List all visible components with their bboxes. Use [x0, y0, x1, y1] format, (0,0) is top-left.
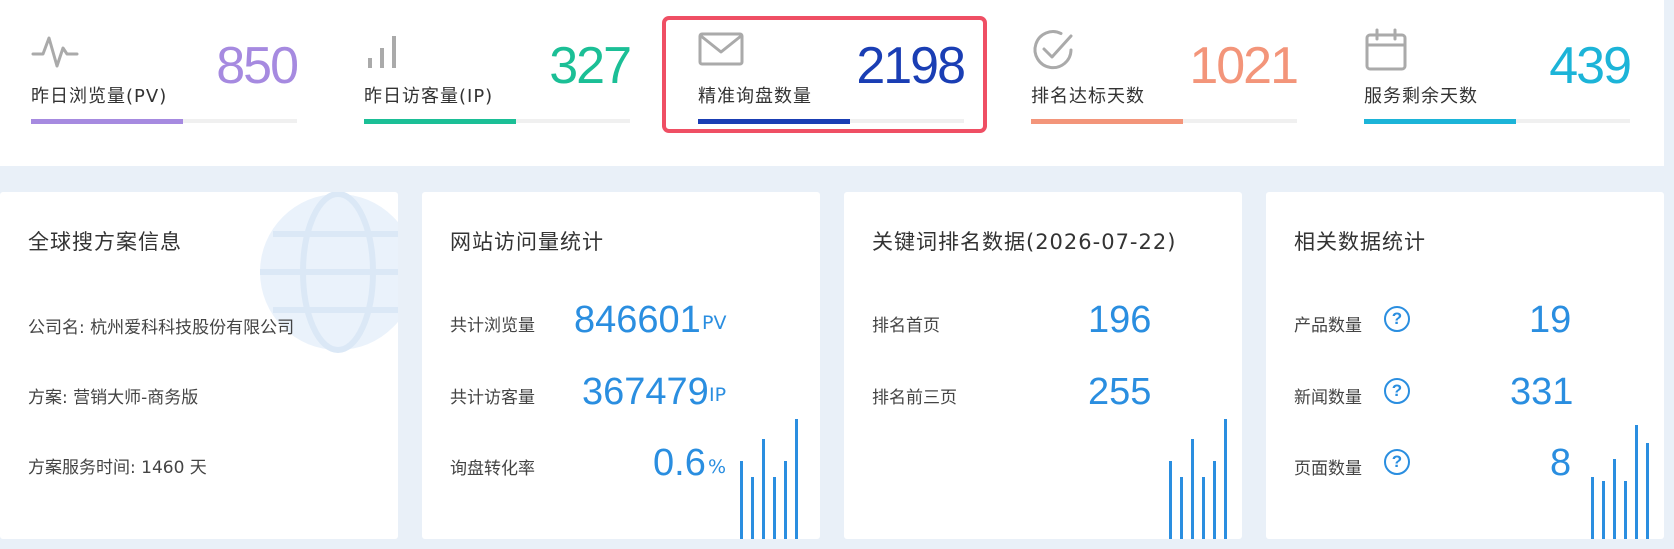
total-views-unit: PV — [702, 312, 727, 334]
stat-label: 服务剩余天数 — [1364, 86, 1478, 107]
stat-ip[interactable]: 327 昨日访客量(IP) — [364, 0, 632, 166]
stat-pv[interactable]: 850 昨日浏览量(PV) — [31, 0, 299, 166]
progress-track — [1031, 119, 1297, 124]
progress-fill — [1031, 119, 1183, 124]
progress-track — [1364, 119, 1630, 124]
bar-signal-icon — [368, 36, 396, 68]
highlight-box — [662, 16, 987, 133]
calendar-icon — [1365, 28, 1407, 71]
check-circle-icon — [1033, 30, 1073, 70]
conversion-value: 0.6 — [653, 442, 706, 484]
plan-info-card: 全球搜方案信息 公司名: 杭州爱科科技股份有限公司 方案: 营销大师-商务版 方… — [0, 192, 398, 539]
stat-value: 1021 — [1189, 37, 1299, 95]
page-count-label: 页面数量 — [1294, 459, 1362, 479]
card-title: 网站访问量统计 — [450, 230, 604, 254]
stat-label: 昨日浏览量(PV) — [31, 86, 168, 107]
product-count-value: 19 — [1529, 299, 1572, 341]
stat-value: 327 — [549, 37, 632, 95]
plan-name: 方案: 营销大师-商务版 — [28, 388, 199, 408]
card-title: 关键词排名数据(2026-07-22) — [872, 230, 1177, 254]
activity-pulse-icon — [31, 36, 79, 68]
stat-label: 排名达标天数 — [1031, 86, 1145, 107]
progress-fill — [364, 119, 516, 124]
bar-chart-icon — [740, 419, 798, 539]
news-count-value: 331 — [1510, 371, 1574, 413]
card-title: 相关数据统计 — [1294, 230, 1426, 254]
bar-chart-icon — [1169, 419, 1227, 539]
related-stats-card: 相关数据统计 产品数量 ? 19 新闻数量 ? 331 页面数量 ? 8 — [1266, 192, 1664, 539]
news-count-label: 新闻数量 — [1294, 388, 1362, 408]
progress-track — [364, 119, 630, 124]
help-icon[interactable]: ? — [1384, 378, 1410, 404]
stat-value: 439 — [1549, 37, 1632, 95]
page-count-value: 8 — [1550, 442, 1572, 484]
company-name: 公司名: 杭州爱科科技股份有限公司 — [28, 318, 295, 338]
stat-value: 850 — [216, 37, 299, 95]
stat-ranking-days[interactable]: 1021 排名达标天数 — [1031, 0, 1299, 166]
progress-fill — [1364, 119, 1516, 124]
service-time: 方案服务时间: 1460 天 — [28, 458, 207, 478]
product-count-label: 产品数量 — [1294, 316, 1362, 336]
rank-first-page-label: 排名首页 — [872, 316, 940, 336]
conversion-label: 询盘转化率 — [450, 459, 535, 479]
stat-remaining-days[interactable]: 439 服务剩余天数 — [1364, 0, 1632, 166]
help-icon[interactable]: ? — [1384, 306, 1410, 332]
top-stats-panel: 850 昨日浏览量(PV) 327 昨日访客量(IP) 2198 精准询盘数量 … — [0, 0, 1664, 166]
total-visitors-unit: IP — [709, 384, 727, 406]
bar-chart-icon — [1591, 425, 1649, 539]
conversion-unit: % — [708, 456, 727, 478]
card-title: 全球搜方案信息 — [28, 230, 182, 254]
total-views-value: 846601 — [574, 299, 701, 341]
progress-track — [31, 119, 297, 124]
total-views-label: 共计浏览量 — [450, 316, 535, 336]
progress-fill — [31, 119, 183, 124]
total-visitors-value: 367479 — [582, 371, 709, 413]
rank-first-page-value: 196 — [1088, 299, 1152, 341]
rank-top3-value: 255 — [1088, 371, 1152, 413]
keyword-ranking-card: 关键词排名数据(2026-07-22) 排名首页 196 排名前三页 255 — [844, 192, 1242, 539]
total-visitors-label: 共计访客量 — [450, 388, 535, 408]
help-icon[interactable]: ? — [1384, 449, 1410, 475]
traffic-card: 网站访问量统计 共计浏览量 846601 PV 共计访客量 367479 IP … — [422, 192, 820, 539]
stat-label: 昨日访客量(IP) — [364, 86, 494, 107]
rank-top3-label: 排名前三页 — [872, 388, 957, 408]
